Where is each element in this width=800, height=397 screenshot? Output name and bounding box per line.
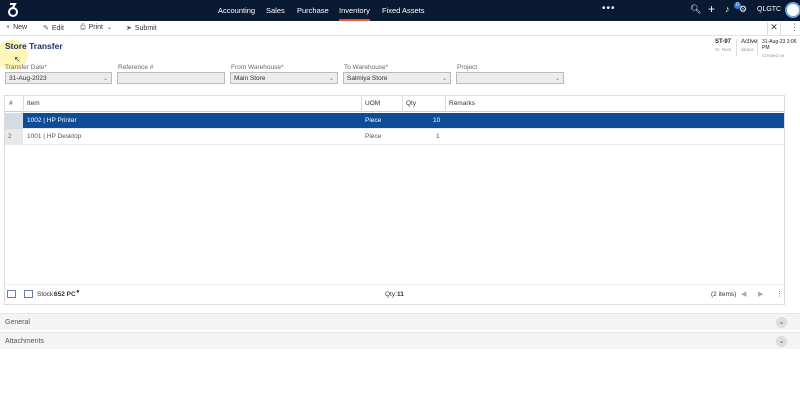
table-row[interactable]: 1 1002 | HP Printer Piece 10: [5, 113, 784, 129]
transfer-date-value: 31-Aug-2023: [9, 75, 47, 82]
col-item[interactable]: Item: [27, 100, 40, 107]
col-qty[interactable]: Qty: [406, 100, 416, 107]
from-warehouse-select[interactable]: Main Store ⌄: [230, 72, 338, 84]
company-name[interactable]: QLGTC: [757, 6, 781, 13]
reference-label: Reference #: [118, 64, 154, 71]
doc-created-value: 31-Aug-23 3:06 PM: [762, 39, 797, 51]
send-icon: ➤: [126, 25, 132, 32]
print-label: Print: [88, 24, 104, 31]
edit-button[interactable]: ✎ Edit: [43, 24, 64, 32]
row-item[interactable]: 1002 | HP Printer: [27, 117, 77, 124]
nav-purchase[interactable]: Purchase: [297, 6, 329, 15]
nav-sales[interactable]: Sales: [266, 6, 285, 15]
attachments-section[interactable]: Attachments ⌄: [0, 332, 800, 349]
new-button[interactable]: + New: [6, 24, 27, 31]
row-qty[interactable]: 10: [433, 117, 440, 124]
doc-number-value: ST-97: [715, 39, 732, 45]
grid-more-icon[interactable]: ⋮: [776, 290, 783, 298]
chevron-down-icon[interactable]: ⌄: [555, 75, 560, 82]
project-select[interactable]: ⌄: [456, 72, 564, 84]
bell-icon[interactable]: ♪︎: [725, 4, 730, 14]
plus-icon: +: [6, 24, 11, 31]
attachments-title: Attachments: [5, 338, 44, 345]
table-row[interactable]: 2 1001 | HP Desktop Piece 1: [5, 129, 784, 145]
project-label: Project: [457, 64, 478, 71]
from-warehouse-label: From Warehouse*: [231, 64, 284, 71]
row-uom[interactable]: Piece: [365, 133, 381, 140]
nav-accounting[interactable]: Accounting: [218, 6, 255, 15]
nav-fixed-assets[interactable]: Fixed Assets: [382, 6, 425, 15]
avatar[interactable]: [785, 2, 800, 18]
items-grid: # Item UOM Qty Remarks 1 1002 | HP Print…: [4, 95, 785, 305]
qty-total-label: Qty:: [385, 291, 397, 298]
qty-total-value: 11: [397, 291, 404, 298]
to-warehouse-select[interactable]: Salmiya Store ⌄: [343, 72, 451, 84]
submit-button[interactable]: ➤ Submit: [126, 24, 157, 32]
item-count: (2 items): [711, 291, 737, 298]
top-nav: Accounting Sales Purchase Inventory Fixe…: [0, 0, 800, 21]
to-warehouse-label: To Warehouse*: [344, 64, 389, 71]
col-remarks[interactable]: Remarks: [449, 100, 475, 107]
column-divider: [23, 96, 24, 112]
column-divider: [402, 96, 403, 112]
general-section[interactable]: General ⌄: [0, 313, 800, 330]
item-search-icon[interactable]: [7, 290, 16, 298]
add-icon[interactable]: +: [708, 2, 715, 16]
info-icon[interactable]: ●: [76, 289, 80, 295]
doc-status: Active Status: [736, 39, 757, 56]
doc-created: 31-Aug-23 3:06 PM Created on: [757, 39, 800, 58]
mouse-cursor-icon: ↖: [14, 55, 21, 64]
print-button[interactable]: ⎙ Print ⌄: [80, 24, 112, 32]
doc-created-label: Created on: [762, 53, 785, 58]
chevron-down-icon[interactable]: ⌄: [329, 75, 334, 82]
chevron-down-icon: ⌄: [107, 25, 113, 31]
stock-label: Stock:: [37, 291, 56, 298]
new-label: New: [13, 24, 28, 31]
col-number[interactable]: #: [9, 100, 13, 107]
col-uom[interactable]: UOM: [365, 100, 380, 107]
general-title: General: [5, 319, 30, 326]
doc-number-label: Sr. Num: [715, 47, 732, 52]
transfer-date-field[interactable]: 31-Aug-2023 ⌄: [5, 72, 112, 84]
submit-label: Submit: [134, 25, 157, 32]
doc-status-value: Active: [741, 39, 758, 45]
row-qty[interactable]: 1: [436, 133, 440, 140]
edit-icon: ✎: [43, 25, 49, 32]
printer-icon: ⎙: [80, 24, 86, 31]
row-number: 2: [5, 129, 23, 145]
chevron-down-icon[interactable]: ⌄: [103, 75, 108, 82]
transfer-date-label: Transfer Date*: [5, 64, 48, 71]
from-warehouse-value: Main Store: [234, 75, 266, 82]
app-logo-icon[interactable]: [6, 2, 20, 18]
doc-number: ST-97 Sr. Num: [715, 39, 731, 52]
stock-value: 652 PC: [54, 291, 76, 298]
next-page-icon[interactable]: ▶: [758, 290, 763, 298]
grid-view-icon[interactable]: [24, 290, 33, 298]
doc-status-label: Status: [741, 47, 754, 52]
chevron-down-icon[interactable]: ⌄: [776, 317, 787, 328]
edit-label: Edit: [51, 25, 64, 32]
row-number: 1: [5, 113, 23, 129]
nav-inventory[interactable]: Inventory: [339, 6, 370, 21]
close-button[interactable]: ✕: [767, 22, 781, 35]
chevron-down-icon[interactable]: ⌄: [776, 336, 787, 347]
grid-footer: Stock: 652 PC ● Qty: 11 (2 items) ◀ ▶ ⋮: [5, 284, 784, 304]
previous-page-icon[interactable]: ◀: [741, 290, 746, 298]
toolbar: + New ✎ Edit ⎙ Print ⌄ ➤ Submit ✕ ⋮: [0, 21, 800, 36]
more-options-icon[interactable]: ⋮: [790, 22, 799, 33]
reference-input[interactable]: [117, 72, 225, 84]
to-warehouse-value: Salmiya Store: [347, 75, 388, 82]
chevron-down-icon[interactable]: ⌄: [442, 75, 447, 82]
page-title: Store Transfer: [5, 41, 63, 51]
column-divider: [361, 96, 362, 112]
gear-icon[interactable]: ⚙︎: [739, 4, 747, 15]
column-divider: [445, 96, 446, 112]
grid-header: # Item UOM Qty Remarks: [5, 96, 784, 112]
nav-more-icon[interactable]: •••: [602, 3, 616, 14]
search-icon[interactable]: 🔍︎: [690, 4, 701, 15]
row-item[interactable]: 1001 | HP Desktop: [27, 133, 81, 140]
row-uom[interactable]: Piece: [365, 117, 381, 124]
